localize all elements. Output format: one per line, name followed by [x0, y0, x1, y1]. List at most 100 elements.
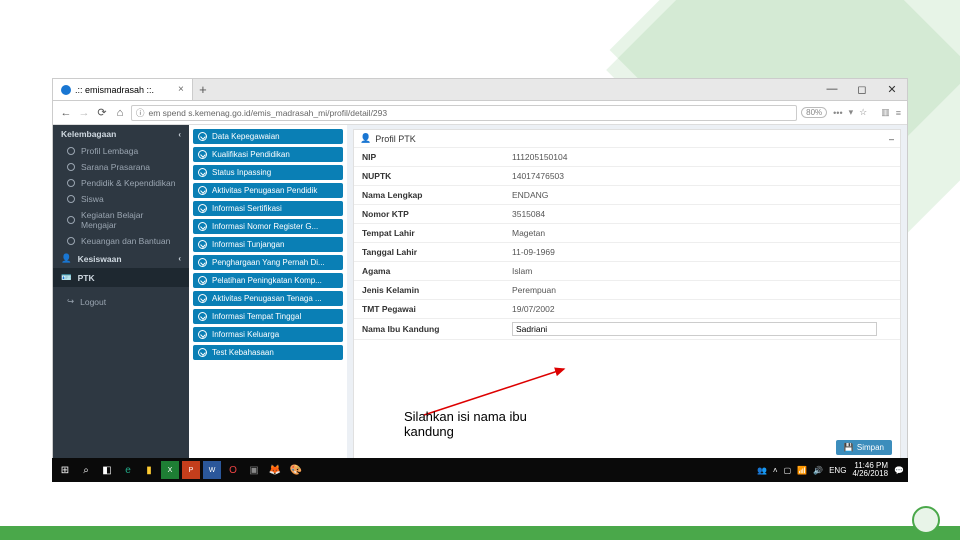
notifications-icon[interactable]: 💬: [894, 466, 904, 475]
more-icon[interactable]: •••: [833, 108, 842, 118]
sidebar-group-kelembagaan[interactable]: Kelembagaan‹: [53, 125, 189, 143]
table-row: NIP111205150104: [354, 148, 900, 167]
midnav-button[interactable]: Status Inpassing: [193, 165, 343, 180]
tab-title: .:: emismadrasah ::.: [75, 85, 154, 95]
browser-tab[interactable]: .:: emismadrasah ::. ×: [53, 79, 193, 100]
check-icon: [198, 150, 207, 159]
table-row: Tempat LahirMagetan: [354, 224, 900, 243]
powerpoint-icon[interactable]: P: [182, 461, 200, 479]
volume-icon[interactable]: 🔊: [813, 466, 823, 475]
table-row: AgamaIslam: [354, 262, 900, 281]
save-button[interactable]: 💾Simpan: [836, 440, 892, 455]
menu-icon[interactable]: ≡: [896, 108, 901, 118]
sidebar-item[interactable]: Keuangan dan Bantuan: [53, 233, 189, 249]
battery-icon[interactable]: ▢: [784, 466, 792, 475]
info-icon: ⓘ: [136, 107, 145, 119]
table-row: Nomor KTP3515084: [354, 205, 900, 224]
close-window-button[interactable]: ✕: [877, 83, 907, 96]
library-icon[interactable]: ▥: [881, 107, 890, 118]
reload-button[interactable]: ⟳: [95, 106, 109, 120]
check-icon: [198, 204, 207, 213]
bookmark-icon[interactable]: ☆: [859, 107, 867, 118]
slide-decoration: [0, 504, 960, 540]
sidebar-item[interactable]: Kegiatan Belajar Mengajar: [53, 207, 189, 233]
sidebar-left: Kelembagaan‹ Profil Lembaga Sarana Prasa…: [53, 125, 189, 479]
profile-form: NIP111205150104 NUPTK14017476503 Nama Le…: [354, 148, 900, 436]
maximize-button[interactable]: ◻: [847, 83, 877, 96]
midnav-button[interactable]: Informasi Tunjangan: [193, 237, 343, 252]
edge-icon[interactable]: e: [119, 461, 137, 479]
windows-taskbar: ⊞ ⌕ ◧ e ▮ X P W O ▣ 🦊 🎨 👥 ˄ ▢ 📶 🔊 ENG 11…: [52, 458, 908, 482]
home-button[interactable]: ⌂: [113, 106, 127, 120]
user-icon: 👤: [360, 133, 371, 144]
card-header: 👤Profil PTK–: [354, 130, 900, 148]
minimize-button[interactable]: —: [817, 83, 847, 96]
word-icon[interactable]: W: [203, 461, 221, 479]
midnav-button[interactable]: Penghargaan Yang Pernah Di...: [193, 255, 343, 270]
check-icon: [198, 330, 207, 339]
close-tab-icon[interactable]: ×: [178, 84, 184, 95]
excel-icon[interactable]: X: [161, 461, 179, 479]
table-row: Jenis KelaminPerempuan: [354, 281, 900, 300]
url-bar: ← → ⟳ ⌂ ⓘ em spend s.kemenag.go.id/emis_…: [53, 101, 907, 125]
lang-indicator[interactable]: ENG: [829, 466, 846, 475]
midnav-button[interactable]: Informasi Keluarga: [193, 327, 343, 342]
check-icon: [198, 222, 207, 231]
explorer-icon[interactable]: ▮: [140, 461, 158, 479]
annotation-text: Silahkan isi nama ibu kandung: [404, 410, 554, 440]
check-icon: [198, 348, 207, 357]
app-icon[interactable]: ▣: [245, 461, 263, 479]
sidebar-item[interactable]: Siswa: [53, 191, 189, 207]
reader-icon[interactable]: ▾: [849, 107, 854, 118]
midnav-button[interactable]: Informasi Sertifikasi: [193, 201, 343, 216]
start-button[interactable]: ⊞: [56, 461, 74, 479]
back-button[interactable]: ←: [59, 106, 73, 120]
table-row: NUPTK14017476503: [354, 167, 900, 186]
midnav-button[interactable]: Informasi Tempat Tinggal: [193, 309, 343, 324]
zoom-level[interactable]: 80%: [801, 107, 827, 118]
tab-bar: .:: emismadrasah ::. × + — ◻ ✕: [53, 79, 907, 101]
tray-chevron-icon[interactable]: ˄: [773, 466, 778, 475]
sidebar-item[interactable]: Pendidik & Kependidikan: [53, 175, 189, 191]
midnav-button[interactable]: Pelatihan Peningkatan Komp...: [193, 273, 343, 288]
check-icon: [198, 294, 207, 303]
sidebar-group-kesiswaan[interactable]: 👤Kesiswaan‹: [53, 249, 189, 268]
midnav-button[interactable]: Kualifikasi Pendidikan: [193, 147, 343, 162]
sidebar-middle: Data Kepegawaian Kualifikasi Pendidikan …: [189, 125, 347, 479]
firefox-icon[interactable]: 🦊: [266, 461, 284, 479]
collapse-icon[interactable]: –: [889, 134, 894, 144]
logout-icon: ↪: [67, 296, 74, 307]
mother-name-input[interactable]: [512, 322, 877, 336]
table-row: Nama LengkapENDANG: [354, 186, 900, 205]
url-text: em spend s.kemenag.go.id/emis_madrasah_m…: [149, 108, 388, 118]
midnav-button[interactable]: Data Kepegawaian: [193, 129, 343, 144]
user-icon: 👤: [61, 253, 72, 264]
table-row: TMT Pegawai19/07/2002: [354, 300, 900, 319]
save-icon: 💾: [844, 443, 854, 452]
check-icon: [198, 186, 207, 195]
midnav-button[interactable]: Test Kebahasaan: [193, 345, 343, 360]
check-icon: [198, 168, 207, 177]
people-icon[interactable]: 👥: [757, 466, 767, 475]
favicon-icon: [61, 85, 71, 95]
wifi-icon[interactable]: 📶: [797, 466, 807, 475]
forward-button[interactable]: →: [77, 106, 91, 120]
opera-icon[interactable]: O: [224, 461, 242, 479]
address-input[interactable]: ⓘ em spend s.kemenag.go.id/emis_madrasah…: [131, 105, 797, 121]
sidebar-group-ptk[interactable]: 🪪PTK: [53, 268, 189, 287]
sidebar-logout[interactable]: ↪Logout: [53, 293, 189, 310]
midnav-button[interactable]: Informasi Nomor Register G...: [193, 219, 343, 234]
table-row: Nama Ibu Kandung: [354, 319, 900, 340]
new-tab-button[interactable]: +: [193, 82, 213, 97]
clock-date[interactable]: 4/26/2018: [852, 470, 888, 478]
midnav-button[interactable]: Aktivitas Penugasan Tenaga ...: [193, 291, 343, 306]
task-view-icon[interactable]: ◧: [98, 461, 116, 479]
sidebar-item[interactable]: Sarana Prasarana: [53, 159, 189, 175]
midnav-button[interactable]: Aktivitas Penugasan Pendidik: [193, 183, 343, 198]
paint-icon[interactable]: 🎨: [287, 461, 305, 479]
check-icon: [198, 258, 207, 267]
search-icon[interactable]: ⌕: [77, 461, 95, 479]
sidebar-item[interactable]: Profil Lembaga: [53, 143, 189, 159]
table-row: Tanggal Lahir11-09-1969: [354, 243, 900, 262]
check-icon: [198, 312, 207, 321]
